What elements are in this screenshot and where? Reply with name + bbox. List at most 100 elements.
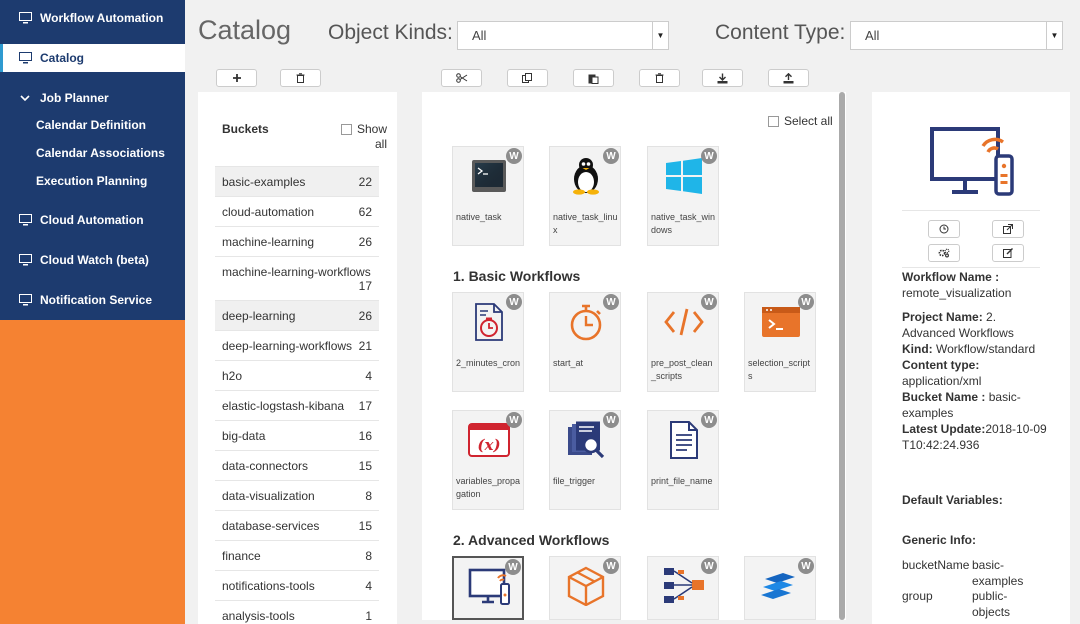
workflow-tile-advanced-3[interactable]: W	[647, 556, 719, 620]
bucket-row[interactable]: analysis-tools 1	[215, 600, 379, 624]
add-bucket-button[interactable]	[216, 69, 257, 87]
workflow-tile-variables-propagation[interactable]: (x) variables_propagation W	[452, 410, 524, 510]
nav-label: Notification Service	[40, 293, 153, 307]
workflow-badge: W	[798, 558, 814, 574]
workflow-badge: W	[701, 412, 717, 428]
object-kinds-select[interactable]: All ▼	[457, 21, 669, 50]
paste-button[interactable]	[573, 69, 614, 87]
bucket-name: finance	[222, 549, 261, 563]
monitor-icon	[18, 213, 32, 227]
section-title-basic: 1. Basic Workflows	[453, 268, 581, 284]
edit-button[interactable]	[992, 244, 1024, 262]
bucket-count: 17	[358, 279, 372, 293]
bucket-row[interactable]: big-data 16	[215, 420, 379, 450]
sidebar: Workflow Automation Catalog Job Planner …	[0, 0, 185, 624]
bucket-row[interactable]: deep-learning-workflows 21	[215, 330, 379, 360]
bucket-name: machine-learning	[222, 235, 315, 249]
nav-cloud-watch[interactable]: Cloud Watch (beta)	[0, 246, 185, 274]
monitor-icon	[18, 293, 32, 307]
history-button[interactable]	[928, 220, 960, 238]
bucket-row[interactable]: deep-learning 26	[215, 300, 379, 330]
bucket-row[interactable]: database-services 15	[215, 510, 379, 540]
tile-label: variables_propagation	[456, 476, 521, 499]
bucket-row[interactable]: finance 8	[215, 540, 379, 570]
checkbox-box[interactable]	[341, 124, 352, 135]
workflow-tile-native-task-linux[interactable]: native_task_linux W	[549, 146, 621, 246]
bucket-row[interactable]: elastic-logstash-kibana 17	[215, 390, 379, 420]
download-button[interactable]	[702, 69, 743, 87]
monitor-icon	[18, 11, 32, 25]
svg-text:(x): (x)	[477, 436, 500, 454]
workflow-tile-native-task-windows[interactable]: native_task_windows W	[647, 146, 719, 246]
bucket-name: machine-learning-workflows	[222, 265, 371, 279]
detail-label: Project Name:	[902, 310, 983, 324]
bucket-count: 22	[358, 175, 372, 189]
workflow-tile-remote-visualization[interactable]: W	[452, 556, 524, 620]
bucket-row[interactable]: data-visualization 8	[215, 480, 379, 510]
checkbox-box[interactable]	[768, 115, 779, 127]
detail-label: Default Variables:	[902, 493, 1003, 507]
details-panel: Workflow Name : remote_visualization Pro…	[872, 92, 1070, 624]
tile-label: file_trigger	[553, 476, 596, 486]
nav-label: Cloud Watch (beta)	[40, 253, 149, 267]
nav-workflow-automation[interactable]: Workflow Automation	[0, 4, 185, 32]
gears-icon	[938, 248, 950, 258]
bucket-name: notifications-tools	[222, 579, 315, 593]
clock-icon	[939, 224, 949, 234]
detail-latest-update: Latest Update:2018-10-09T10:42:24.936	[902, 421, 1050, 453]
bucket-row[interactable]: h2o 4	[215, 360, 379, 390]
cut-button[interactable]	[441, 69, 482, 87]
nav-job-planner[interactable]: Job Planner	[0, 84, 185, 112]
bucket-name: elastic-logstash-kibana	[222, 399, 345, 413]
workflow-tile-2-minutes-cron[interactable]: 2_minutes_cron W	[452, 292, 524, 392]
scissors-icon	[455, 73, 467, 83]
content-type-select[interactable]: All ▼	[850, 21, 1063, 50]
nav-calendar-definition[interactable]: Calendar Definition	[36, 115, 146, 135]
bucket-row[interactable]: basic-examples 22	[215, 166, 379, 196]
delete-bucket-button[interactable]	[280, 69, 321, 87]
delete-workflow-button[interactable]	[639, 69, 680, 87]
bucket-row[interactable]: cloud-automation 62	[215, 196, 379, 226]
copy-button[interactable]	[507, 69, 548, 87]
upload-button[interactable]	[768, 69, 809, 87]
select-all-checkbox[interactable]: Select all	[768, 114, 833, 128]
divider	[902, 210, 1040, 211]
workflow-badge: W	[506, 148, 522, 164]
workflow-tile-start-at[interactable]: start_at W	[549, 292, 621, 392]
bucket-row[interactable]: machine-learning-workflows 17	[215, 256, 379, 300]
workflow-badge: W	[505, 559, 521, 575]
detail-value: remote_visualization	[902, 286, 1012, 300]
bucket-count: 26	[358, 309, 372, 323]
bucket-row[interactable]: notifications-tools 4	[215, 570, 379, 600]
edit-icon	[1003, 248, 1013, 258]
bucket-count: 21	[358, 339, 372, 353]
tile-label: native_task_linux	[553, 212, 618, 235]
workflow-tile-advanced-4[interactable]: W	[744, 556, 816, 620]
workflow-tile-file-trigger[interactable]: file_trigger W	[549, 410, 621, 510]
settings-button[interactable]	[928, 244, 960, 262]
bucket-row[interactable]: data-connectors 15	[215, 450, 379, 480]
nav-execution-planning[interactable]: Execution Planning	[36, 171, 147, 191]
select-value: All	[865, 28, 880, 43]
workflow-tile-native-task[interactable]: native_task W	[452, 146, 524, 246]
open-external-button[interactable]	[992, 220, 1024, 238]
workflows-scrollbar[interactable]	[839, 92, 845, 620]
detail-project-name: Project Name: 2. Advanced Workflows	[902, 309, 1052, 341]
show-all-checkbox[interactable]: Show all	[341, 122, 391, 152]
plus-icon	[232, 74, 241, 82]
nav-label: Cloud Automation	[40, 213, 144, 227]
workflow-tile-pre-post-clean-scripts[interactable]: pre_post_clean_scripts W	[647, 292, 719, 392]
workflow-tile-advanced-2[interactable]: W	[549, 556, 621, 620]
trash-icon	[296, 73, 305, 83]
workflow-tile-selection-scripts[interactable]: selection_scripts W	[744, 292, 816, 392]
nav-notification-service[interactable]: Notification Service	[0, 286, 185, 314]
nav-cloud-automation[interactable]: Cloud Automation	[0, 206, 185, 234]
workflow-badge: W	[701, 558, 717, 574]
workflow-tile-print-file-name[interactable]: print_file_name W	[647, 410, 719, 510]
bucket-row[interactable]: machine-learning 26	[215, 226, 379, 256]
select-value: All	[472, 28, 487, 43]
nav-calendar-associations[interactable]: Calendar Associations	[36, 143, 165, 163]
bucket-count: 17	[358, 399, 372, 413]
bucket-count: 4	[365, 369, 372, 383]
nav-catalog[interactable]: Catalog	[0, 44, 185, 72]
